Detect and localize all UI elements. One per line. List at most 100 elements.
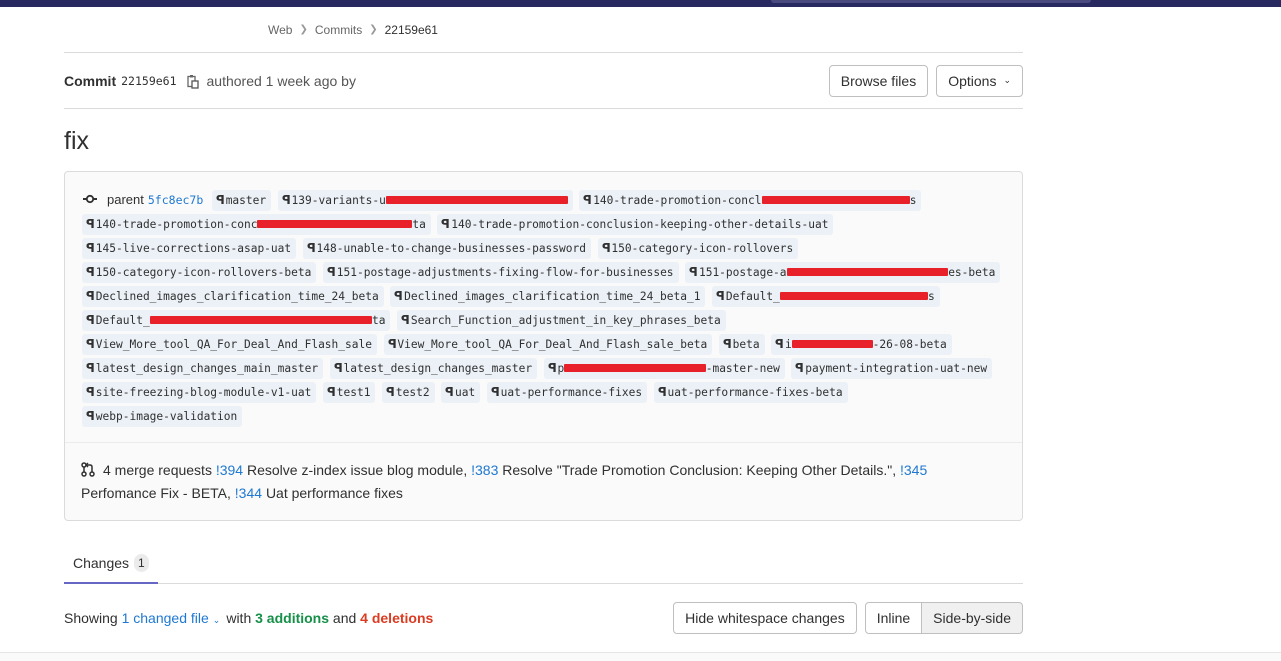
merge-request-link[interactable]: !394 [216,462,243,478]
side-by-side-view-button[interactable]: Side-by-side [921,602,1023,634]
branch-tag[interactable]: PDeclined_images_clarification_time_24_b… [82,286,384,308]
commit-label: Commit [64,72,117,89]
branch-tag[interactable]: Ptest1 [322,382,376,404]
merge-request-separator: , [463,462,472,478]
breadcrumb: Web ❯ Commits ❯ 22159e61 [64,7,1023,53]
branch-icon: P [795,361,805,376]
branch-tag[interactable]: P140-trade-promotion-conclusion-keeping-… [437,214,834,236]
browse-files-button[interactable]: Browse files [828,64,929,97]
commit-header: Commit 22159e61 authored 1 week ago by B… [64,53,1023,109]
branch-name: View_More_tool_QA_For_Deal_And_Flash_sal… [95,338,372,352]
branch-icon: P [281,193,291,208]
branch-icon: P [215,193,225,208]
branch-tag[interactable]: Ppayment-integration-uat-new [791,358,993,380]
redaction-bar [385,196,568,205]
branch-icon: P [86,409,95,424]
branch-tag[interactable]: PView_More_tool_QA_For_Deal_And_Flash_sa… [82,334,377,356]
redaction-bar [779,292,928,301]
branch-name: Search_Function_adjustment_in_key_phrase… [410,314,721,328]
branch-tag[interactable]: Pbeta [718,334,765,356]
branch-tag[interactable]: Platest_design_changes_master [329,358,538,380]
redaction-bar [786,268,949,277]
parent-label: parent [107,192,144,207]
hide-whitespace-button[interactable]: Hide whitespace changes [673,602,857,634]
parent-commit: parent 5fc8ec7b [81,188,203,212]
chevron-down-icon: ⌄ [1003,75,1011,85]
merge-request-title: Resolve z-index issue blog module [246,462,464,478]
branch-tag[interactable]: P145-live-corrections-asap-uat [82,238,297,260]
branch-tag[interactable]: Puat [441,382,481,404]
merge-requests: 4 merge requests !394 Resolve z-index is… [65,443,1022,520]
merge-request-link[interactable]: !383 [471,462,498,478]
merge-request-count: 4 merge requests [103,462,212,478]
branch-tag[interactable]: Pwebp-image-validation [82,406,243,428]
branch-icon: P [722,337,732,352]
branch-icon: P [86,241,95,256]
options-dropdown-button[interactable]: Options ⌄ [936,64,1023,97]
copy-icon[interactable] [186,74,199,89]
tab-changes-label: Changes [73,554,130,571]
branch-name: Default_xxxxxxxxxxxxxxxxxxxxxxs [726,290,935,303]
branch-icon: P [86,217,95,232]
branch-tag[interactable]: Puat-performance-fixes-beta [653,382,848,404]
parent-sha-link[interactable]: 5fc8ec7b [148,188,203,212]
merge-request-link[interactable]: !345 [900,462,927,478]
branch-tag[interactable]: P148-unable-to-change-businesses-passwor… [302,238,591,260]
branch-tag[interactable]: Ppxxxxxxxxxxxxxxxxxxxxx-master-new [543,358,785,380]
branch-icon: P [86,337,95,352]
branch-tag[interactable]: P151-postage-axxxxxxxxxxxxxxxxxxxxxxxxes… [685,262,1001,284]
breadcrumb-web[interactable]: Web [268,23,292,37]
branch-tag[interactable]: P150-category-icon-rollovers [597,238,799,260]
branch-tag[interactable]: PDefault_xxxxxxxxxxxxxxxxxxxxxxs [712,286,940,308]
branch-tag[interactable]: Pixxxxxxxxxxxx-26-08-beta [771,334,952,356]
branch-icon: P [689,265,698,280]
branch-icon: P [401,313,410,328]
merge-request-title: Uat performance fixes [265,485,403,501]
branch-name: beta [732,338,760,352]
branch-icon: P [394,289,404,304]
merge-request-separator: , [227,485,235,501]
branch-tag[interactable]: Puat-performance-fixes [486,382,648,404]
commit-sha: 22159e61 [121,73,177,88]
branch-tag[interactable]: P150-category-icon-rollovers-beta [82,262,317,284]
branch-tag[interactable]: PDefault_xxxxxxxxxxxxxxxxxxxxxxxxxxxxxxx… [82,310,391,332]
branch-tag[interactable]: Psite-freezing-blog-module-v1-uat [82,382,317,404]
branch-icon: P [387,337,397,352]
merge-request-separator: , [892,462,900,478]
redaction-bar [564,364,706,373]
redacted-text: xxxxxxxxxxxxxxxxxxxxxx [779,286,928,307]
branch-icon: P [441,217,451,232]
branch-name: 150-category-icon-rollovers [611,242,794,256]
top-navbar [0,0,1281,7]
branch-tag[interactable]: Pmaster [211,190,272,212]
search-box[interactable] [771,0,1091,3]
diff-file-header [0,652,1281,661]
merge-request-title: Perfomance Fix - BETA [81,485,228,501]
branch-icon: P [86,361,95,376]
branch-tag[interactable]: PView_More_tool_QA_For_Deal_And_Flash_sa… [383,334,713,356]
branch-name: ixxxxxxxxxxxx-26-08-beta [785,338,947,351]
branch-tag[interactable]: P139-variants-uxxxxxxxxxxxxxxxxxxxxxxxxx… [277,190,573,212]
branch-tag[interactable]: P140-trade-promotion-conclxxxxxxxxxxxxxx… [579,190,922,212]
breadcrumb-current[interactable]: 22159e61 [385,23,438,37]
merge-request-link[interactable]: !344 [235,485,262,501]
branch-tag[interactable]: P151-postage-adjustments-fixing-flow-for… [322,262,679,284]
branch-icon: P [657,385,667,400]
tab-changes[interactable]: Changes 1 [64,543,158,584]
redacted-text: xxxxxxxxxxxxxxxxxxxxxxxx [786,262,949,283]
chevron-right-icon: ❯ [369,24,378,35]
branch-tag[interactable]: PSearch_Function_adjustment_in_key_phras… [397,310,726,332]
redaction-bar [761,196,910,205]
additions-count: 3 additions [255,610,330,626]
chevron-down-icon[interactable]: ⌄ [213,615,221,625]
branch-tag[interactable]: P140-trade-promotion-concxxxxxxxxxxxxxxx… [82,214,431,236]
changed-files-dropdown[interactable]: 1 changed file [122,610,209,626]
commit-title: fix [64,126,89,155]
breadcrumb-commits[interactable]: Commits [315,23,362,37]
branch-icon: P [547,361,557,376]
branch-tag[interactable]: Ptest2 [382,382,435,404]
branch-tag[interactable]: Platest_design_changes_main_master [82,358,324,380]
branch-tag[interactable]: PDeclined_images_clarification_time_24_b… [390,286,706,308]
branch-name: 150-category-icon-rollovers-beta [95,266,312,280]
inline-view-button[interactable]: Inline [864,602,923,634]
